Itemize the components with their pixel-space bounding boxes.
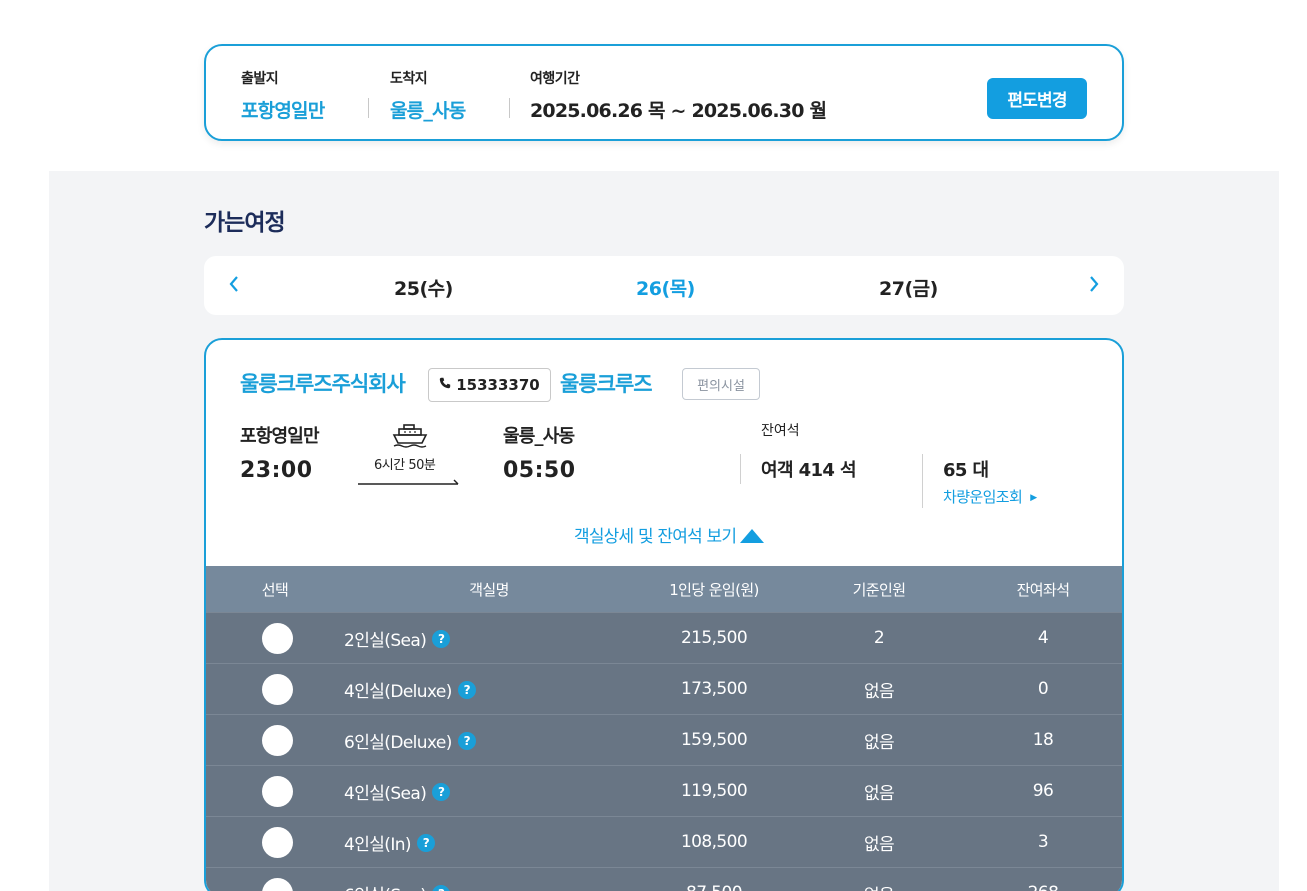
cabin-radio[interactable] [261,673,293,705]
change-oneway-button[interactable]: 편도변경 [987,78,1087,119]
cabin-name: 4인실(In) [344,834,412,855]
passenger-remaining: 여객 414 석 [761,460,857,481]
voyage-card: 울릉크루즈주식회사 15333370 울릉크루즈 편의시설 포항영일만 23:0… [204,338,1124,891]
section-title: 가는여정 [204,210,286,236]
base-cell: 없음 [863,783,895,804]
base-cell: 없음 [794,881,964,891]
col-header-cabin: 객실명 [469,580,509,599]
table-row: 6인실(Deluxe)? 159,500 없음 18 [206,714,1122,765]
vehicle-remaining: 65 대 [943,460,989,481]
fare-cell: 108,500 [680,832,748,852]
base-cell: 없음 [863,834,895,855]
cabin-name: 6인실(Deluxe) [344,732,452,753]
phone-number: 15333370 [456,376,540,394]
chevron-right-icon[interactable] [1084,274,1104,296]
divider [740,454,741,484]
table-row: 4인실(Sea)? 119,500 없음 96 [206,765,1122,816]
from-port: 포항영일만 [240,426,320,447]
voyage-duration: 6시간 50분 [374,458,436,473]
col-header-select: 선택 [261,580,289,599]
period-block: 여행기간 2025.06.26 목 ~ 2025.06.30 월 [530,68,827,123]
cabin-radio[interactable] [261,775,293,807]
cabin-name: 4인실(Sea) [344,783,427,804]
table-row: 2인실(Sea)? 215,500 2 4 [206,612,1122,663]
page: 출발지 포항영일만 도착지 울릉_사동 여행기간 2025.06.26 목 ~ … [0,0,1307,891]
table-row: 4인실(In)? 108,500 없음 3 [206,816,1122,867]
col-header-remain: 잔여좌석 [1016,580,1070,599]
divider [509,98,510,118]
facility-button[interactable]: 편의시설 [682,368,760,400]
question-icon[interactable]: ? [432,884,451,891]
cabin-name: 6인실(Sea) [344,881,427,891]
remaining-seats-label: 잔여석 [761,423,800,439]
question-icon[interactable]: ? [416,833,435,852]
chevron-left-icon[interactable] [224,274,244,296]
base-cell: 없음 [863,681,895,702]
caret-right-icon: ▶ [1030,493,1037,503]
base-cell: 2 [873,628,885,648]
remain-cell: 18 [1032,730,1054,750]
remain-cell: 3 [1037,832,1049,852]
date-selector: 25(수) 26(목) 27(금) [204,256,1124,315]
ship-name: 울릉크루즈 [560,372,653,396]
question-icon[interactable]: ? [432,782,451,801]
col-header-fare: 1인당 운임(원) [669,580,759,599]
company-name: 울릉크루즈주식회사 [240,372,406,396]
fare-cell: 87,500 [634,883,794,891]
base-cell: 없음 [863,732,895,753]
question-icon[interactable]: ? [457,680,476,699]
date-tab-active[interactable]: 26(목) [636,274,695,301]
question-icon[interactable]: ? [432,629,451,648]
date-tab[interactable]: 25(수) [394,274,453,301]
departure-value: 포항영일만 [241,100,325,122]
remain-cell: 96 [1032,781,1054,801]
divider [922,454,923,508]
phone-icon [439,377,451,393]
remain-cell: 4 [1037,628,1049,648]
table-row: 4인실(Deluxe)? 173,500 없음 0 [206,663,1122,714]
from-time: 23:00 [240,458,313,483]
ship-icon [392,422,428,448]
cabin-table: 선택 객실명 1인당 운임(원) 기준인원 잔여좌석 2인실(Sea)? 215… [206,566,1122,891]
fare-cell: 119,500 [680,781,748,801]
table-row: 6인실(Sea)? 87,500 없음 268 [206,867,1122,891]
phone-badge[interactable]: 15333370 [428,368,551,402]
col-header-base: 기준인원 [852,580,906,599]
fare-cell: 173,500 [680,679,748,699]
fare-cell: 159,500 [680,730,748,750]
duration-arrow-icon [358,479,459,485]
remain-cell: 268 [964,883,1122,891]
vehicle-fare-link[interactable]: 차량운임조회 ▶ [943,486,1037,507]
remain-cell: 0 [1037,679,1049,699]
cabin-radio[interactable] [261,724,293,756]
cabin-detail-toggle-label: 객실상세 및 잔여석 보기 [574,527,737,547]
cabin-name: 4인실(Deluxe) [344,681,452,702]
departure-block: 출발지 포항영일만 [241,68,325,123]
fare-cell: 215,500 [680,628,748,648]
divider [368,98,369,118]
search-summary: 출발지 포항영일만 도착지 울릉_사동 여행기간 2025.06.26 목 ~ … [204,44,1124,141]
to-port: 울릉_사동 [503,426,575,447]
triangle-up-icon [740,529,765,543]
date-tab[interactable]: 27(금) [879,274,938,301]
cabin-detail-toggle[interactable]: 객실상세 및 잔여석 보기 [574,522,765,547]
period-label: 여행기간 [530,71,580,87]
vehicle-fare-link-label: 차량운임조회 [943,488,1023,506]
to-time: 05:50 [503,458,576,483]
cabin-radio[interactable] [261,826,293,858]
period-value: 2025.06.26 목 ~ 2025.06.30 월 [530,100,827,122]
arrival-value: 울릉_사동 [390,100,466,122]
question-icon[interactable]: ? [457,731,476,750]
cabin-radio[interactable] [261,877,293,891]
departure-label: 출발지 [241,71,279,87]
cabin-radio[interactable] [261,622,293,654]
arrival-block: 도착지 울릉_사동 [390,68,466,123]
cabin-name: 2인실(Sea) [344,630,427,651]
arrival-label: 도착지 [390,71,428,87]
table-header: 선택 객실명 1인당 운임(원) 기준인원 잔여좌석 [206,566,1122,612]
